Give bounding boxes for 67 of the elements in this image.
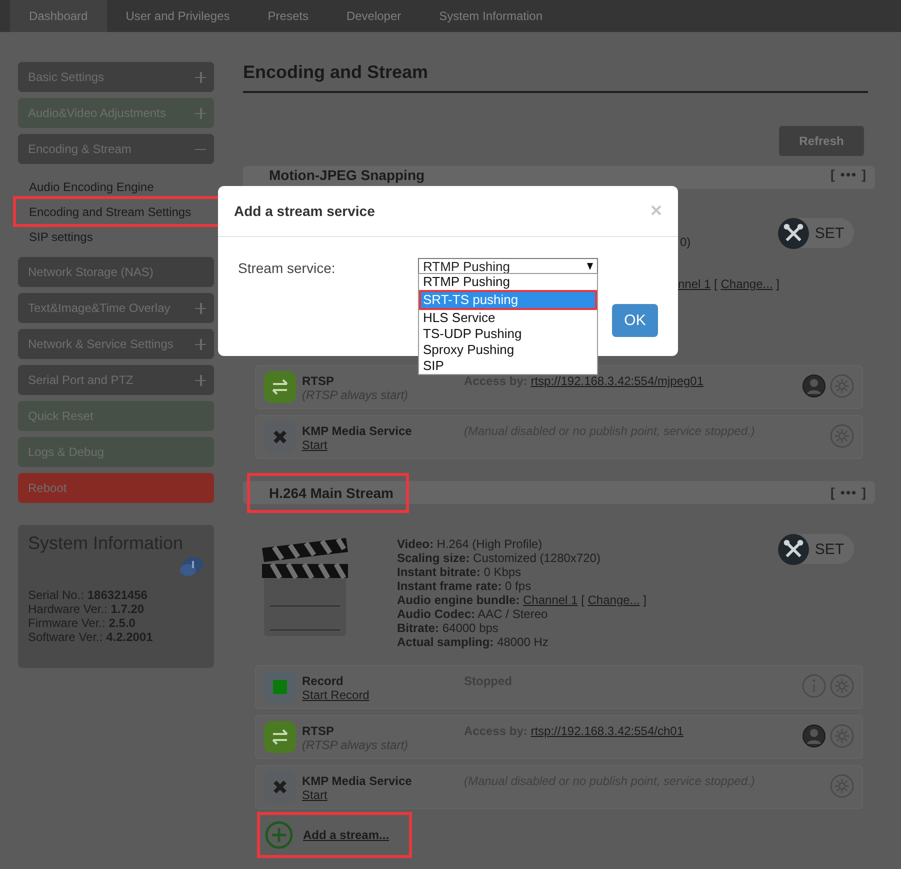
start-link[interactable]: Start bbox=[302, 438, 464, 452]
nav-tab[interactable]: User and Privileges bbox=[106, 0, 249, 32]
field-label: Stream service: bbox=[238, 260, 336, 276]
set-button[interactable]: SET bbox=[778, 534, 854, 564]
add-stream-link[interactable]: Add a stream... bbox=[303, 828, 390, 842]
detail-line: Scaling size: Customized (1280x720) bbox=[397, 551, 602, 565]
detail-text: 0) bbox=[680, 235, 691, 249]
dropdown-option[interactable]: SRT-TS pushing bbox=[419, 290, 597, 310]
detail-line: Instant bitrate: 0 Kbps bbox=[397, 565, 522, 579]
tools-icon bbox=[778, 534, 809, 564]
add-icon[interactable] bbox=[265, 821, 293, 849]
arrows-icon bbox=[264, 721, 296, 753]
nav-tab[interactable]: System Information bbox=[420, 0, 562, 32]
service-title: RTSP bbox=[302, 724, 336, 738]
user-icon[interactable] bbox=[802, 374, 826, 398]
nav-tab[interactable]: Developer bbox=[327, 0, 420, 32]
detail-line: nnel 1 [ Change... ] bbox=[678, 277, 780, 291]
dropdown-option[interactable]: Sproxy Pushing bbox=[419, 342, 597, 358]
refresh-button[interactable]: Refresh bbox=[779, 126, 864, 156]
section-title: Motion-JPEG Snapping bbox=[269, 167, 425, 183]
service-title: Record bbox=[302, 674, 344, 688]
detail-line: Audio Codec: AAC / Stereo bbox=[397, 607, 549, 621]
plus-icon bbox=[195, 302, 206, 314]
change-link[interactable]: Change... bbox=[720, 277, 773, 291]
dropdown-option[interactable]: RTMP Pushing bbox=[419, 274, 597, 290]
info-bubble-icon bbox=[178, 556, 204, 578]
tools-icon bbox=[778, 218, 809, 248]
plus-icon bbox=[195, 72, 206, 82]
arrows-icon bbox=[264, 371, 296, 403]
service-title: KMP Media Service bbox=[302, 774, 413, 788]
detail-line: Actual sampling: 48000 Hz bbox=[397, 635, 550, 649]
plus-icon bbox=[195, 108, 206, 118]
sidebar-subitem[interactable]: SIP settings bbox=[18, 224, 214, 249]
sidebar-subitem[interactable]: Encoding and Stream Settings bbox=[16, 199, 224, 224]
nav-tab[interactable]: Presets bbox=[248, 0, 328, 32]
stream-url-link[interactable]: rtsp://192.168.3.42:554/ch01 bbox=[530, 724, 684, 738]
section-menu[interactable]: [ ••• ] bbox=[830, 167, 867, 182]
sidebar-subitem[interactable]: Audio Encoding Engine bbox=[18, 174, 214, 199]
close-button[interactable]: × bbox=[650, 200, 662, 222]
stream-url-link[interactable]: rtsp://192.168.3.42:554/mjpeg01 bbox=[530, 374, 704, 388]
plus-icon bbox=[195, 374, 206, 386]
user-icon[interactable] bbox=[802, 724, 826, 748]
service-title: RTSP bbox=[302, 374, 336, 388]
dialog-title: Add a stream service bbox=[234, 203, 375, 219]
plus-icon bbox=[195, 338, 206, 350]
start-record-link[interactable]: Start Record bbox=[302, 688, 464, 702]
detail-line: Audio engine bundle: Channel 1 [ Change... ] bbox=[397, 593, 646, 607]
nav-tab[interactable]: Dashboard bbox=[10, 0, 107, 32]
section-menu[interactable]: [ ••• ] bbox=[830, 485, 867, 500]
dropdown-option[interactable]: SIP bbox=[419, 358, 597, 374]
page-title: Encoding and Stream bbox=[243, 62, 868, 93]
ok-button[interactable]: OK bbox=[612, 304, 658, 337]
section-title: H.264 Main Stream bbox=[250, 476, 406, 510]
channel-link[interactable]: nnel 1 bbox=[678, 277, 711, 291]
sidebar-label: Reboot bbox=[28, 481, 67, 495]
channel-link[interactable]: Channel 1 bbox=[523, 593, 578, 607]
sidebar-item[interactable]: Reboot bbox=[18, 473, 214, 503]
change-link[interactable]: Change... bbox=[588, 593, 640, 607]
detail-line: Bitrate: 64000 bps bbox=[397, 621, 500, 635]
start-link[interactable]: Start bbox=[302, 788, 464, 802]
detail-line: Instant frame rate: 0 fps bbox=[397, 579, 532, 593]
service-title: KMP Media Service bbox=[302, 424, 413, 438]
set-button[interactable]: SET bbox=[778, 218, 854, 248]
detail-line: Video: H.264 (High Profile) bbox=[397, 537, 544, 551]
dropdown-option[interactable]: HLS Service bbox=[419, 310, 597, 326]
dropdown-option[interactable]: TS-UDP Pushing bbox=[419, 326, 597, 342]
record-icon bbox=[264, 671, 296, 703]
